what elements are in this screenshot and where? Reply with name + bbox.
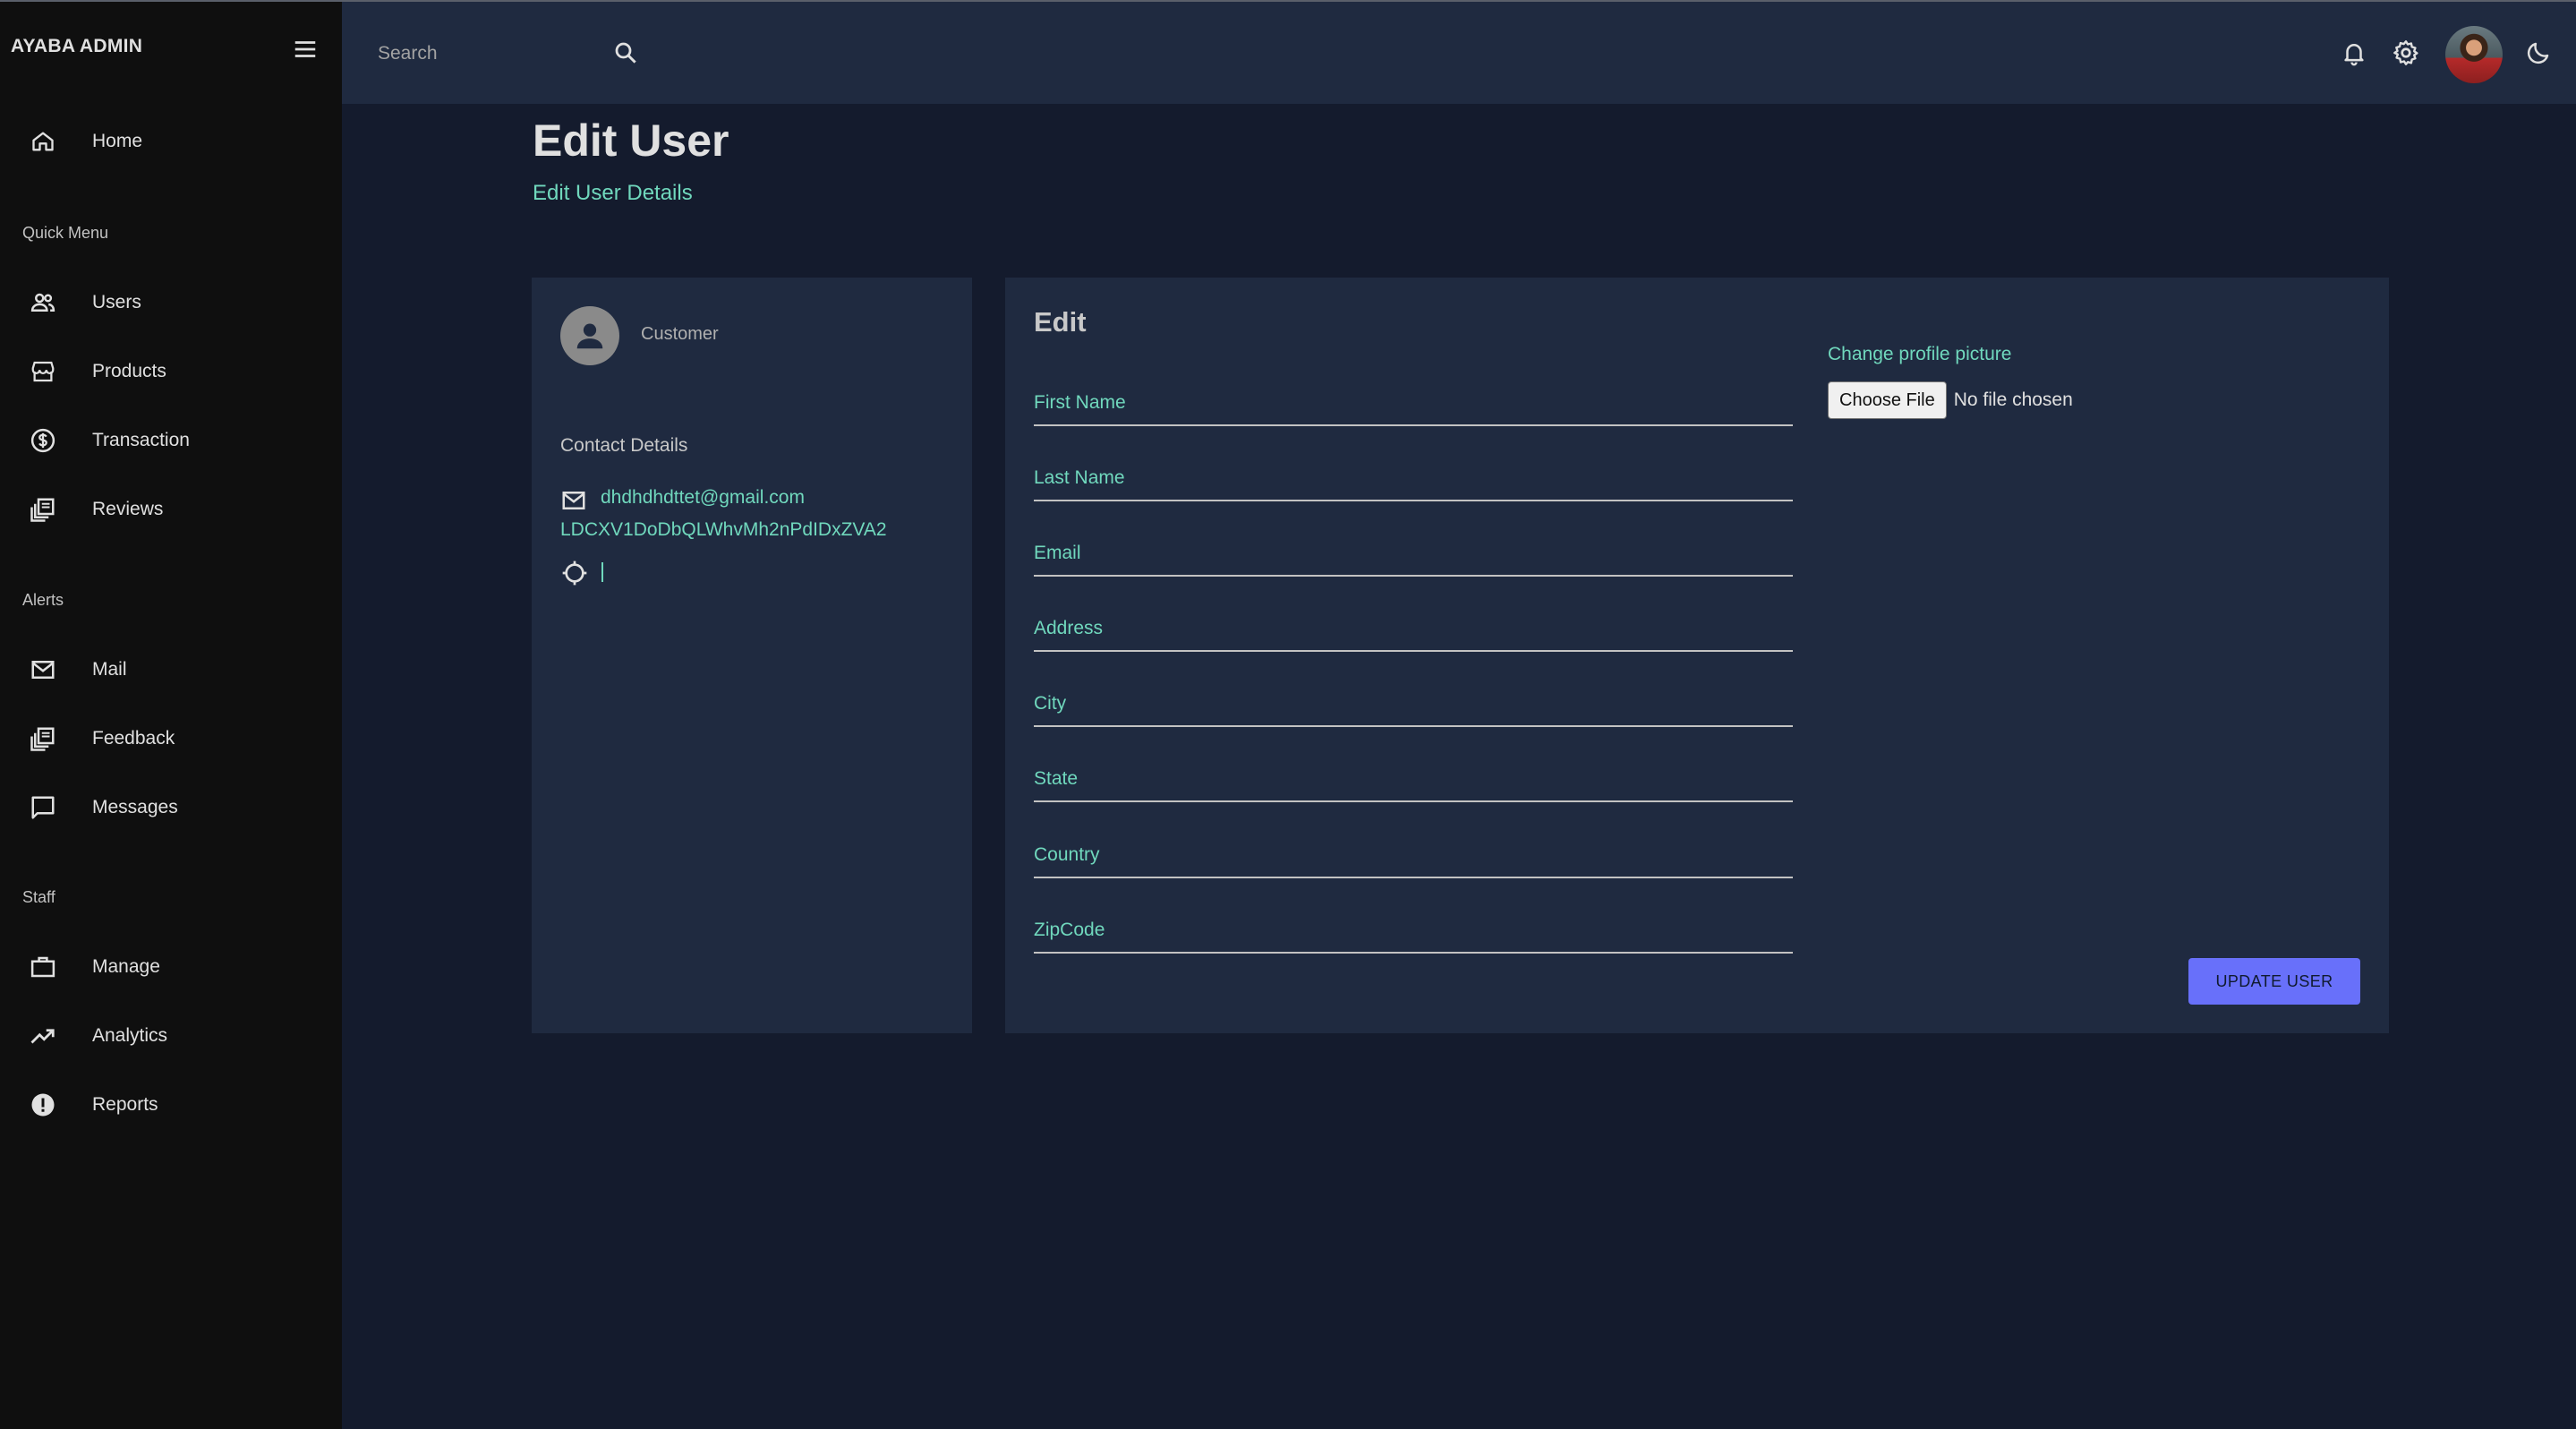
sidebar-item-label: Manage	[92, 956, 160, 977]
sidebar-item-label: Reports	[92, 1094, 158, 1115]
sidebar-item-label: Transaction	[92, 430, 190, 450]
state-input[interactable]	[1034, 763, 1793, 795]
mail-icon	[29, 655, 57, 684]
change-profile-picture-label: Change profile picture	[1828, 344, 2012, 364]
edit-user-card: Edit Change profile picture Choose File …	[1005, 278, 2389, 1033]
user-avatar-icon	[560, 306, 619, 365]
email-input[interactable]	[1034, 537, 1793, 569]
sidebar-item-home[interactable]: Home	[0, 116, 342, 167]
sidebar-item-label: Mail	[92, 659, 127, 680]
trending-up-icon	[29, 1022, 57, 1050]
sidebar-item-products[interactable]: Products	[0, 347, 342, 397]
first-name-input[interactable]	[1034, 387, 1793, 419]
section-title-alerts: Alerts	[22, 591, 64, 609]
store-icon	[29, 357, 57, 386]
home-icon	[29, 127, 57, 156]
chat-icon	[29, 793, 57, 822]
user-info-card: Customer Contact Details dhdhdhdttet@gma…	[532, 278, 972, 1033]
sidebar-item-label: Feedback	[92, 728, 175, 749]
search-box	[378, 29, 636, 79]
country-input[interactable]	[1034, 839, 1793, 871]
users-icon	[29, 288, 57, 317]
bell-icon[interactable]	[2339, 38, 2369, 68]
address-input[interactable]	[1034, 612, 1793, 645]
update-user-button[interactable]: UPDATE USER	[2188, 958, 2360, 1005]
choose-file-button[interactable]: Choose File	[1828, 381, 1947, 419]
page-subtitle: Edit User Details	[533, 181, 693, 205]
sidebar-item-label: Products	[92, 361, 166, 381]
library-icon	[29, 724, 57, 753]
brand-title: AYABA ADMIN	[11, 36, 143, 56]
topbar	[342, 2, 2576, 104]
alert-icon	[29, 1091, 57, 1119]
sidebar: AYABA ADMIN Home Quick Menu Users Produc…	[0, 2, 342, 1429]
user-id: LDCXV1DoDbQLWhvMh2nPdIDxZVA2	[560, 519, 887, 540]
last-name-field	[1034, 457, 1793, 501]
sidebar-item-messages[interactable]: Messages	[0, 783, 342, 833]
sidebar-item-label: Home	[92, 131, 143, 151]
sidebar-item-users[interactable]: Users	[0, 278, 342, 328]
dollar-icon	[29, 426, 57, 455]
moon-icon[interactable]	[2523, 38, 2554, 68]
country-field	[1034, 834, 1793, 878]
avatar[interactable]	[2445, 26, 2503, 83]
search-icon[interactable]	[612, 39, 641, 68]
zipcode-field	[1034, 909, 1793, 954]
menu-icon[interactable]	[292, 36, 319, 63]
search-input[interactable]	[378, 29, 575, 79]
contact-email: dhdhdhdttet@gmail.com	[601, 487, 805, 508]
first-name-field	[1034, 381, 1793, 426]
file-status: No file chosen	[1953, 389, 2073, 410]
sidebar-item-label: Messages	[92, 797, 178, 817]
sidebar-item-manage[interactable]: Manage	[0, 942, 342, 992]
user-role: Customer	[641, 324, 719, 344]
city-input[interactable]	[1034, 688, 1793, 720]
city-field	[1034, 682, 1793, 727]
sidebar-item-transaction[interactable]: Transaction	[0, 415, 342, 466]
zipcode-input[interactable]	[1034, 914, 1793, 946]
sidebar-item-reviews[interactable]: Reviews	[0, 484, 342, 535]
sidebar-item-label: Reviews	[92, 499, 164, 519]
email-field	[1034, 532, 1793, 577]
sidebar-item-analytics[interactable]: Analytics	[0, 1011, 342, 1061]
state-field	[1034, 757, 1793, 802]
sidebar-item-mail[interactable]: Mail	[0, 645, 342, 695]
sidebar-item-label: Users	[92, 292, 141, 312]
address-field	[1034, 607, 1793, 652]
library-icon	[29, 495, 57, 524]
section-title-staff: Staff	[22, 888, 55, 906]
contact-details-title: Contact Details	[560, 435, 688, 456]
mail-icon	[560, 487, 587, 514]
location-crosshair-icon	[560, 559, 589, 587]
gear-icon[interactable]	[2391, 38, 2421, 68]
location-value	[601, 562, 603, 582]
sidebar-item-label: Analytics	[92, 1025, 168, 1046]
last-name-input[interactable]	[1034, 462, 1793, 494]
page-title: Edit User	[533, 116, 729, 166]
briefcase-icon	[29, 953, 57, 981]
section-title-quick-menu: Quick Menu	[22, 224, 109, 242]
sidebar-item-reports[interactable]: Reports	[0, 1080, 342, 1130]
sidebar-item-feedback[interactable]: Feedback	[0, 714, 342, 764]
file-input: Choose File No file chosen	[1828, 381, 2073, 419]
edit-form-title: Edit	[1034, 306, 1087, 338]
